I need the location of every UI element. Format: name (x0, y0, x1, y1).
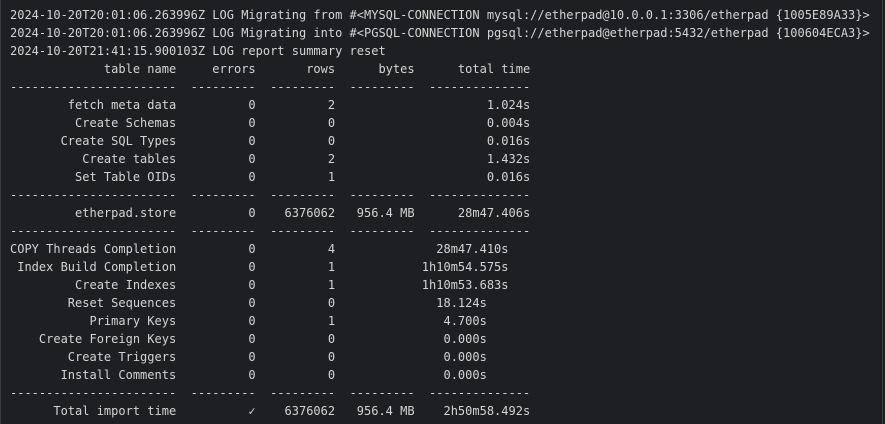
table-row: Create SQL Types 0 0 0.016s (10, 134, 531, 148)
table-row: Create tables 0 2 1.432s (10, 152, 531, 166)
terminal-line: 2024-10-20T20:01:06.263996Z LOG Migratin… (10, 26, 870, 40)
terminal-line: 2024-10-20T21:41:15.900103Z LOG report s… (10, 44, 386, 58)
table-separator: ----------------------- --------- ------… (10, 188, 531, 202)
terminal-window[interactable]: 2024-10-20T20:01:06.263996Z LOG Migratin… (0, 0, 883, 424)
table-total-row: Total import time ✓ 6376062 956.4 MB 2h5… (10, 404, 531, 418)
terminal-line: 2024-10-20T20:01:06.263996Z LOG Migratin… (10, 8, 870, 22)
table-row: Create Foreign Keys 0 0 0.000s (10, 332, 487, 346)
table-row: Index Build Completion 0 1 1h10m54.575s (10, 260, 509, 274)
table-row: Set Table OIDs 0 1 0.016s (10, 170, 531, 184)
table-row: Reset Sequences 0 0 18.124s (10, 296, 487, 310)
table-row: Create Triggers 0 0 0.000s (10, 350, 487, 364)
table-separator: ----------------------- --------- ------… (10, 80, 531, 94)
table-row: COPY Threads Completion 0 4 28m47.410s (10, 242, 509, 256)
table-row: Create Indexes 0 1 1h10m53.683s (10, 278, 509, 292)
table-row: Create Schemas 0 0 0.004s (10, 116, 531, 130)
table-row: Primary Keys 0 1 4.700s (10, 314, 487, 328)
table-row: fetch meta data 0 2 1.024s (10, 98, 531, 112)
table-separator: ----------------------- --------- ------… (10, 224, 531, 238)
table-row: etherpad.store 0 6376062 956.4 MB 28m47.… (10, 206, 531, 220)
table-row: Install Comments 0 0 0.000s (10, 368, 487, 382)
table-header: table name errors rows bytes total time (10, 62, 531, 76)
table-separator: ----------------------- --------- ------… (10, 386, 531, 400)
